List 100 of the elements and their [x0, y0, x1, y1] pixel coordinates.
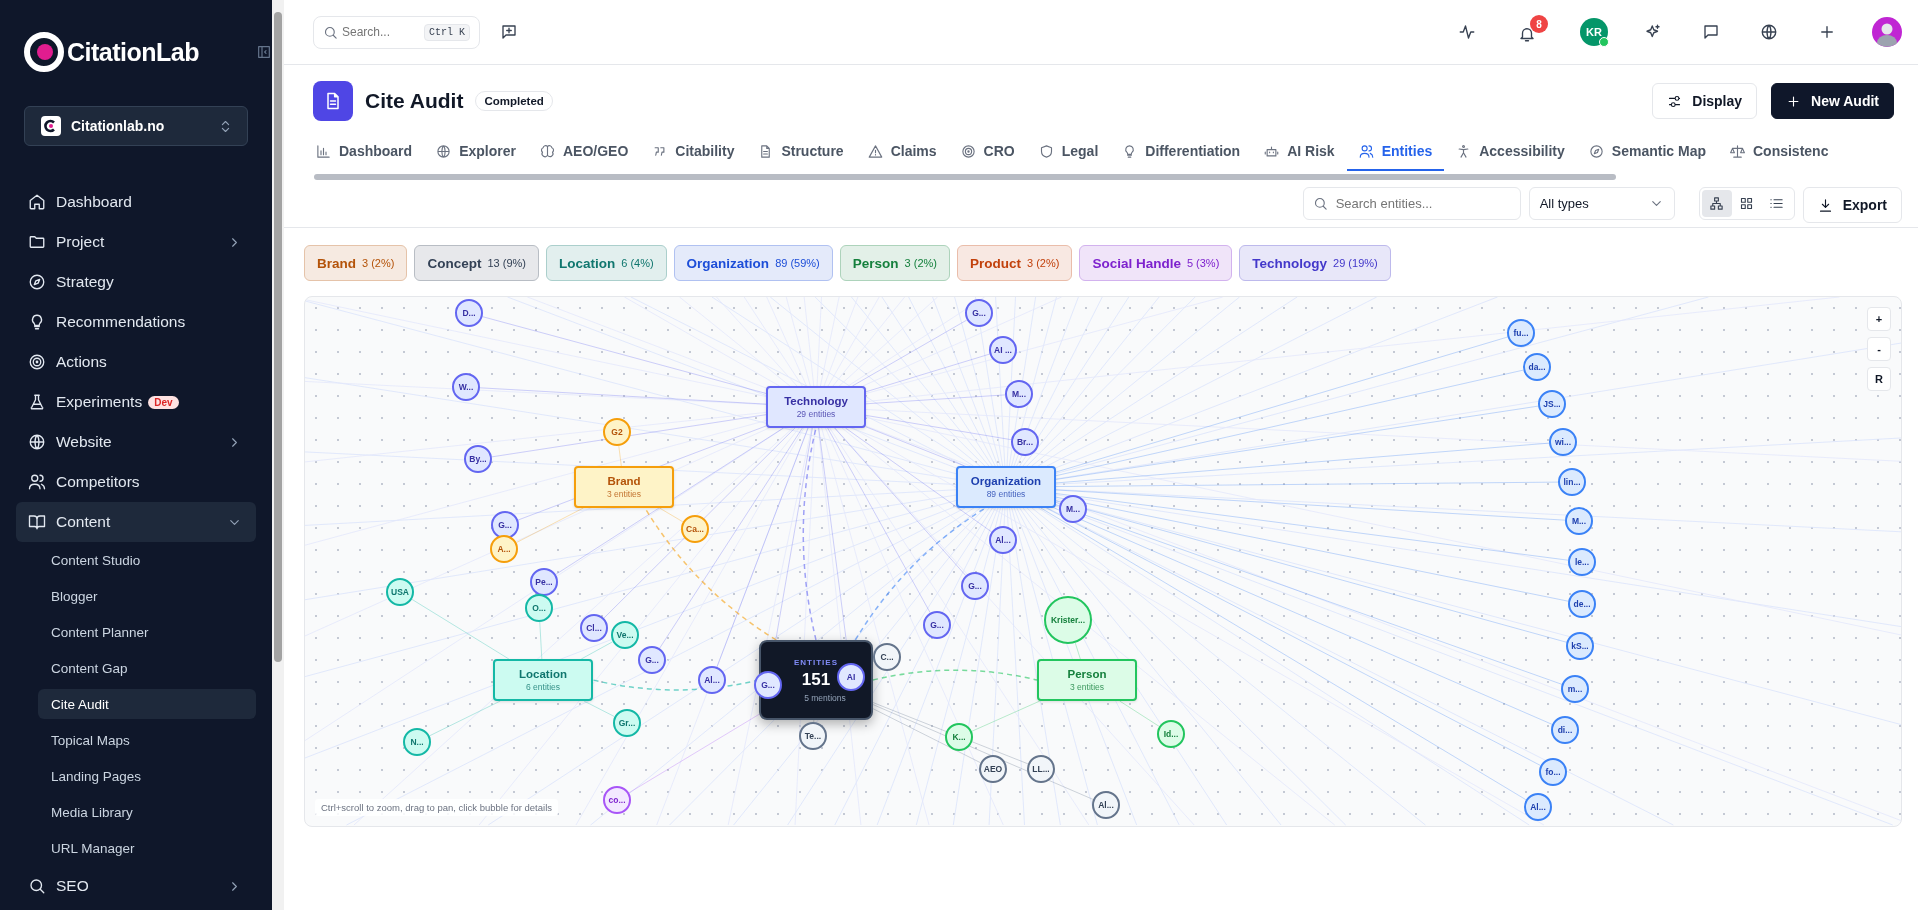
entity-bubble[interactable]: C... — [873, 643, 901, 671]
entity-type-filter[interactable]: Location 6 (4%) — [545, 245, 667, 281]
entity-bubble[interactable]: O... — [525, 594, 553, 622]
entity-bubble[interactable]: AEO — [979, 755, 1007, 783]
entity-bubble[interactable]: G... — [491, 511, 519, 539]
type-filter-select[interactable]: All types — [1528, 187, 1675, 220]
tab[interactable]: CRO — [948, 141, 1027, 171]
entity-bubble[interactable]: fo... — [1539, 758, 1567, 786]
entity-bubble[interactable]: N... — [403, 728, 431, 756]
entity-bubble[interactable]: By... — [464, 445, 492, 473]
tab[interactable]: AEO/GEO — [527, 141, 641, 171]
category-node[interactable]: Brand 3 entities — [574, 466, 674, 508]
display-button[interactable]: Display — [1652, 83, 1758, 119]
category-node[interactable]: Location 6 entities — [493, 659, 593, 701]
nav-subitem[interactable]: Blogger — [38, 581, 256, 611]
entity-bubble[interactable]: D... — [455, 299, 483, 327]
nav-item[interactable]: Actions — [16, 342, 256, 382]
entity-bubble[interactable]: USA — [386, 578, 414, 606]
nav-subitem[interactable]: Media Library — [38, 797, 256, 827]
nav-item[interactable]: Project — [16, 222, 256, 262]
entity-bubble[interactable]: Al... — [1092, 791, 1120, 819]
nav-subitem[interactable]: Content Planner — [38, 617, 256, 647]
entity-bubble[interactable]: M... — [1059, 495, 1087, 523]
tab[interactable]: Semantic Map — [1576, 141, 1718, 171]
nav-item[interactable]: Experiments Dev — [16, 382, 256, 422]
tab[interactable]: Accessibility — [1444, 141, 1577, 171]
tab[interactable]: Differentiation — [1110, 141, 1253, 171]
entity-bubble[interactable]: LL... — [1027, 755, 1055, 783]
tab[interactable]: Structure — [746, 141, 856, 171]
entity-bubble[interactable]: Gr... — [613, 709, 641, 737]
entity-bubble[interactable]: G... — [923, 611, 951, 639]
entity-bubble[interactable]: W... — [452, 373, 480, 401]
entity-type-filter[interactable]: Concept 13 (9%) — [414, 245, 539, 281]
nav-item[interactable]: Recommendations — [16, 302, 256, 342]
entity-type-filter[interactable]: Product 3 (2%) — [956, 245, 1073, 281]
entity-bubble[interactable]: AI ... — [989, 336, 1017, 364]
entity-bubble[interactable]: Krister... — [1044, 596, 1092, 644]
entity-bubble[interactable]: A... — [490, 535, 518, 563]
tab[interactable]: Legal — [1026, 141, 1111, 171]
entity-bubble[interactable]: Te... — [799, 722, 827, 750]
tab[interactable]: Explorer — [424, 141, 528, 171]
nav-item[interactable]: Strategy — [16, 262, 256, 302]
category-node[interactable]: Organization 89 entities — [956, 466, 1056, 508]
notifications-button[interactable]: 8 — [1512, 15, 1548, 49]
nav-subitem[interactable]: Landing Pages — [38, 761, 256, 791]
nav-item[interactable]: Content — [16, 502, 256, 542]
entity-bubble[interactable]: Al... — [698, 666, 726, 694]
entity-type-filter[interactable]: Brand 3 (2%) — [304, 245, 408, 281]
tab[interactable]: Claims — [855, 141, 949, 171]
entity-bubble[interactable]: Id... — [1157, 720, 1185, 748]
entity-bubble[interactable]: le... — [1568, 548, 1596, 576]
export-button[interactable]: Export — [1802, 187, 1902, 223]
entity-bubble[interactable]: G... — [965, 299, 993, 327]
nav-item[interactable]: Website — [16, 422, 256, 462]
nav-subitem[interactable]: Content Studio — [38, 545, 256, 575]
entity-type-filter[interactable]: Organization 89 (59%) — [673, 245, 833, 281]
entity-bubble[interactable]: de... — [1568, 590, 1596, 618]
tab[interactable]: Entities — [1346, 141, 1445, 171]
nav-item[interactable]: SEO — [16, 866, 256, 906]
category-node[interactable]: Person 3 entities — [1037, 659, 1137, 701]
entity-type-filter[interactable]: Social Handle 5 (3%) — [1079, 245, 1233, 281]
zoom-control[interactable]: + — [1867, 307, 1891, 331]
entity-bubble[interactable]: Ve... — [611, 621, 639, 649]
entity-bubble[interactable]: Ca... — [681, 515, 709, 543]
entity-bubble[interactable]: M... — [1005, 380, 1033, 408]
zoom-control[interactable]: R — [1867, 367, 1891, 391]
entity-bubble[interactable]: Al... — [989, 526, 1017, 554]
entity-bubble[interactable]: Al... — [1524, 793, 1552, 821]
entity-bubble[interactable]: co... — [603, 786, 631, 814]
entity-bubble[interactable]: m... — [1561, 675, 1589, 703]
entity-bubble[interactable]: lin... — [1558, 468, 1586, 496]
nav-subitem[interactable]: URL Manager — [38, 833, 256, 863]
entity-bubble[interactable]: G... — [638, 646, 666, 674]
entity-type-filter[interactable]: Technology 29 (19%) — [1239, 245, 1391, 281]
entity-bubble[interactable]: JS... — [1538, 390, 1566, 418]
workspace-select[interactable]: Citationlab.no — [24, 106, 248, 146]
entity-bubble[interactable]: da... — [1523, 353, 1551, 381]
entity-bubble[interactable]: fu... — [1507, 319, 1535, 347]
nav-item[interactable]: Dashboard — [16, 182, 256, 222]
nav-subitem[interactable]: Content Gap — [38, 653, 256, 683]
nav-subitem[interactable]: Topical Maps — [38, 725, 256, 755]
entity-bubble[interactable]: Cl... — [580, 614, 608, 642]
entity-bubble[interactable]: Pe... — [530, 568, 558, 596]
tab[interactable]: Citability — [640, 141, 747, 171]
entity-bubble[interactable]: G2 — [603, 418, 631, 446]
new-audit-button[interactable]: New Audit — [1771, 83, 1894, 119]
tab[interactable]: AI Risk — [1252, 141, 1347, 171]
nav-item[interactable]: Competitors — [16, 462, 256, 502]
entity-bubble[interactable]: kS... — [1566, 632, 1594, 660]
nav-subitem[interactable]: Cite Audit — [38, 689, 256, 719]
entity-bubble[interactable]: di... — [1551, 716, 1579, 744]
zoom-control[interactable]: - — [1867, 337, 1891, 361]
entity-bubble[interactable]: Br... — [1011, 428, 1039, 456]
entity-bubble[interactable]: G... — [754, 671, 782, 699]
entity-bubble[interactable]: G... — [961, 572, 989, 600]
tab[interactable]: Consistenc — [1717, 141, 1841, 171]
user-initials-avatar[interactable]: KR — [1580, 18, 1608, 46]
entity-type-filter[interactable]: Person 3 (2%) — [839, 245, 950, 281]
entity-bubble[interactable]: M... — [1565, 507, 1593, 535]
entity-search-field[interactable]: Search entities... — [1302, 187, 1521, 220]
